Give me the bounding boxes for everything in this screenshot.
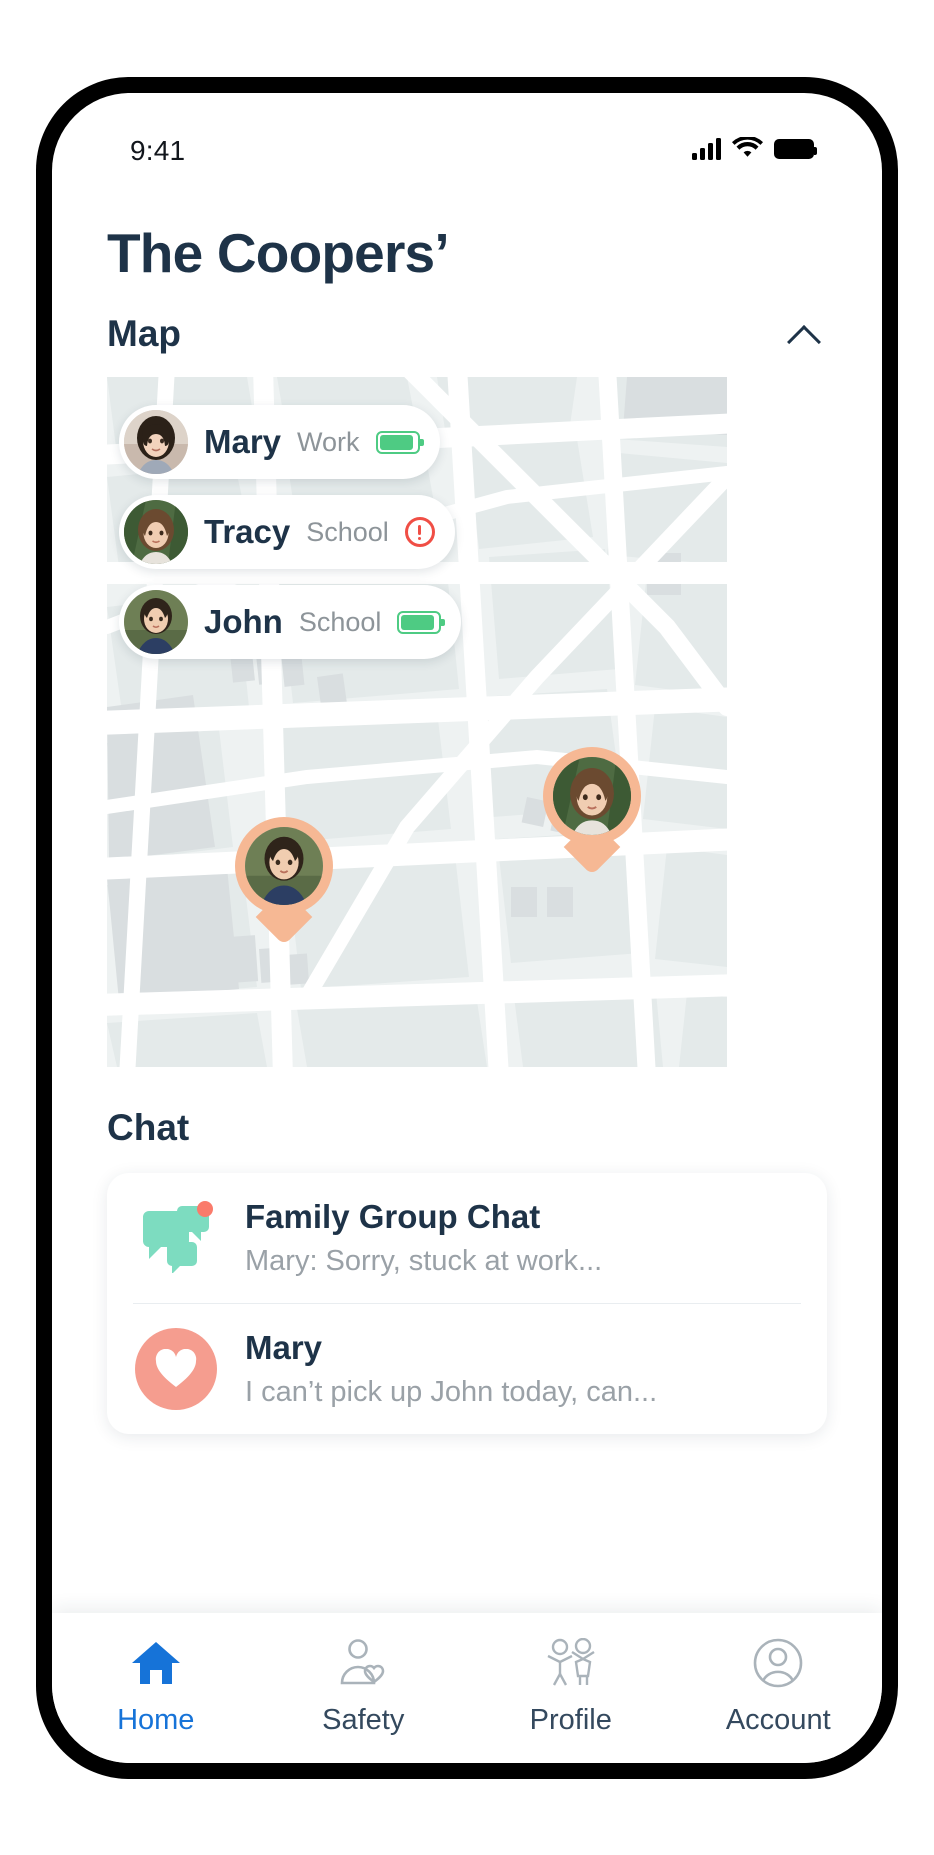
avatar-mary xyxy=(124,410,188,474)
notification-dot xyxy=(197,1201,213,1217)
chat-preview: I can’t pick up John today, can... xyxy=(245,1376,658,1408)
battery-icon xyxy=(774,138,817,159)
chat-row-family-group[interactable]: Family Group Chat Mary: Sorry, stuck at … xyxy=(107,1173,827,1303)
nav-label: Safety xyxy=(322,1704,405,1736)
chat-section-title: Chat xyxy=(107,1107,190,1148)
chat-preview: Mary: Sorry, stuck at work... xyxy=(245,1245,603,1277)
page-title: The Coopers’ xyxy=(107,222,450,284)
status-bar: 9:41 xyxy=(52,93,882,183)
member-name: Tracy xyxy=(204,513,291,550)
user-circle-icon xyxy=(752,1635,804,1691)
person-heart-icon xyxy=(337,1635,389,1691)
member-place: School xyxy=(298,606,382,637)
member-name: Mary xyxy=(204,423,282,460)
chat-section: Chat Family Group Chat Mary: Sorry, stuc… xyxy=(52,1107,882,1434)
family-people-icon xyxy=(542,1635,600,1691)
member-pill-john[interactable]: John School xyxy=(119,585,462,659)
chevron-up-icon[interactable] xyxy=(788,317,822,351)
map-view[interactable]: Mary Work Tracy School John School xyxy=(107,377,727,1067)
nav-label: Account xyxy=(725,1704,831,1736)
nav-item-safety[interactable]: Safety xyxy=(260,1635,468,1737)
tracy-map-pin[interactable] xyxy=(543,747,641,845)
heart-icon xyxy=(155,1349,197,1387)
chat-text-block: Mary I can’t pick up John today, can... xyxy=(245,1329,657,1409)
nav-label: Profile xyxy=(529,1704,612,1736)
home-icon xyxy=(130,1635,182,1691)
nav-label: Home xyxy=(117,1704,195,1736)
chat-row-mary[interactable]: Mary I can’t pick up John today, can... xyxy=(107,1304,827,1434)
avatar-tracy xyxy=(124,500,188,564)
nav-item-home[interactable]: Home xyxy=(52,1635,260,1737)
member-pill-tracy[interactable]: Tracy School xyxy=(119,495,455,569)
member-pill-list: Mary Work Tracy School John School xyxy=(119,405,462,659)
avatar-john xyxy=(124,590,188,654)
member-place: Work xyxy=(297,426,360,457)
phone-frame: 9:41 The Coopers’ Map Mary Work Tracy Sc… xyxy=(37,78,897,1778)
chat-bubbles-icon xyxy=(133,1195,219,1281)
map-section-header[interactable]: Map xyxy=(107,313,827,355)
status-indicators xyxy=(692,137,817,160)
member-pill-mary[interactable]: Mary Work xyxy=(119,405,440,479)
phone-screen: 9:41 The Coopers’ Map Mary Work Tracy Sc… xyxy=(52,93,882,1763)
status-time: 9:41 xyxy=(130,135,186,166)
chat-list: Family Group Chat Mary: Sorry, stuck at … xyxy=(107,1173,827,1434)
john-map-pin[interactable] xyxy=(235,817,333,915)
member-place: School xyxy=(306,516,389,547)
map-section-title: Map xyxy=(107,313,181,354)
alert-warning-icon[interactable] xyxy=(404,517,435,547)
member-name: John xyxy=(204,603,283,640)
nav-item-profile[interactable]: Profile xyxy=(467,1635,675,1737)
app-content: The Coopers’ Map Mary Work Tracy School … xyxy=(52,183,882,1663)
battery-status-icon xyxy=(375,430,424,454)
cellular-signal-icon xyxy=(692,137,721,160)
chat-text-block: Family Group Chat Mary: Sorry, stuck at … xyxy=(245,1198,602,1278)
bottom-navigation: Home Safety Profile Account xyxy=(52,1613,882,1763)
nav-item-account[interactable]: Account xyxy=(675,1635,883,1737)
heart-avatar xyxy=(133,1326,219,1412)
battery-status-icon xyxy=(397,610,446,634)
chat-title: Mary xyxy=(245,1329,323,1366)
chat-title: Family Group Chat xyxy=(245,1198,541,1235)
wifi-icon xyxy=(732,137,763,157)
chat-section-header: Chat xyxy=(107,1107,827,1149)
